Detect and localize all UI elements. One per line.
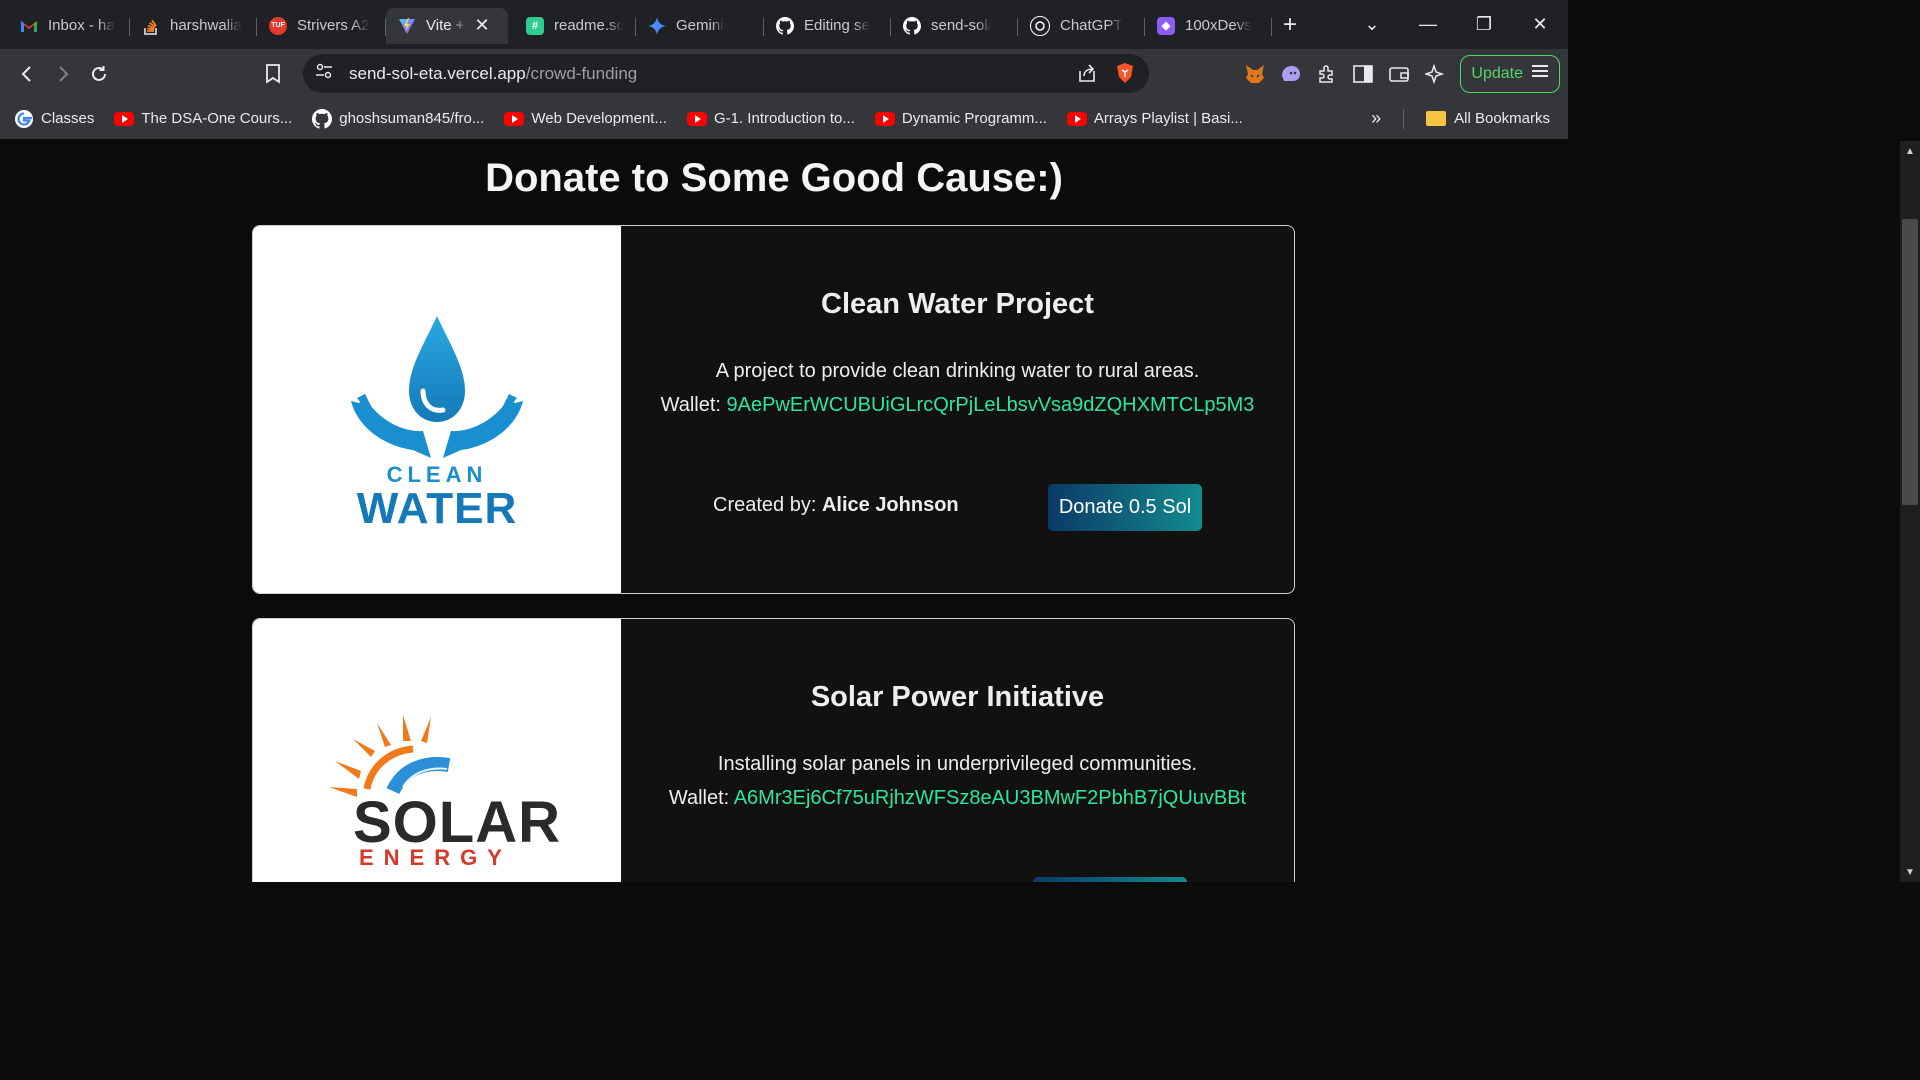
tab-github-editing[interactable]: Editing se: [764, 8, 891, 44]
youtube-icon: [686, 109, 707, 129]
address-bar[interactable]: send-sol-eta.vercel.app/crowd-funding: [303, 54, 1149, 93]
project-title: Solar Power Initiative: [810, 681, 1105, 713]
all-bookmarks-folder[interactable]: All Bookmarks: [1426, 110, 1550, 127]
project-title: Clean Water Project: [821, 288, 1094, 320]
youtube-icon: [114, 109, 135, 129]
wallet-address[interactable]: 9AePwErWCUBUiGLrcQrPjLeLbsvVsa9dZQHXMTCL…: [727, 394, 1255, 416]
youtube-icon: [1066, 109, 1087, 129]
scroll-up-arrow-icon[interactable]: ▲: [1900, 141, 1920, 161]
bookmark-classes[interactable]: Classes: [14, 109, 94, 129]
tab-chatgpt[interactable]: ChatGPT: [1018, 8, 1145, 44]
page-content: Donate to Some Good Cause:) CLEAN WATER …: [0, 141, 1548, 882]
leo-ai-icon[interactable]: [1424, 63, 1446, 85]
project-details: Solar Power Initiative Installing solar …: [621, 619, 1294, 882]
github-icon: [312, 108, 333, 129]
bookmarks-bar: Classes The DSA-One Cours... ghoshsuman8…: [0, 98, 1568, 139]
chatgpt-icon: [1030, 15, 1050, 36]
wallet-icon[interactable]: [1388, 63, 1410, 85]
new-tab-button[interactable]: +: [1272, 7, 1308, 43]
extensions-icon[interactable]: [1316, 63, 1338, 85]
project-card: CLEAN WATER Clean Water Project A projec…: [252, 225, 1295, 594]
tuf-icon: TUF: [269, 16, 287, 35]
github-icon: [776, 16, 794, 35]
restore-button[interactable]: ❐: [1456, 0, 1512, 49]
forward-button[interactable]: [45, 56, 81, 92]
hamburger-icon: [1531, 64, 1549, 83]
project-wallet: Wallet: A6Mr3Ej6Cf75uRjhzWFSz8eAU3BMwF2P…: [668, 787, 1247, 809]
donate-button[interactable]: Donate 0.5 Sol: [1048, 484, 1202, 531]
page-scrollbar[interactable]: ▲ ▼: [1900, 141, 1920, 882]
wallet-address[interactable]: A6Mr3Ej6Cf75uRjhzWFSz8eAU3BMwF2PbhB7jQUu…: [734, 787, 1246, 809]
bookmark-g1-introduction[interactable]: G-1. Introduction to...: [686, 109, 855, 129]
gemini-icon: [648, 16, 666, 35]
reload-button[interactable]: [81, 56, 117, 92]
site-settings-icon[interactable]: [315, 63, 333, 84]
tab-gmail[interactable]: Inbox - ha: [8, 8, 130, 44]
back-button[interactable]: [9, 56, 45, 92]
phantom-icon[interactable]: [1280, 63, 1302, 85]
logo-text-energy: ENERGY: [359, 845, 512, 870]
project-description: Installing solar panels in underprivileg…: [717, 753, 1198, 775]
project-details: Clean Water Project A project to provide…: [621, 226, 1294, 593]
tab-strivers[interactable]: TUF Strivers A2: [257, 8, 386, 44]
url-host: send-sol-eta.vercel.app: [349, 63, 526, 83]
youtube-icon: [874, 109, 895, 129]
project-image: CLEAN WATER: [253, 226, 621, 593]
creator-name: Alice Johnson: [821, 494, 959, 516]
update-menu-button[interactable]: Update: [1460, 54, 1560, 93]
project-card: SOLAR ENERGY Solar Power Initiative Inst…: [252, 618, 1295, 882]
metamask-icon[interactable]: [1244, 63, 1266, 85]
toolbar: send-sol-eta.vercel.app/crowd-funding Up…: [0, 49, 1568, 98]
bookmark-arrays-playlist[interactable]: Arrays Playlist | Basi...: [1066, 109, 1243, 129]
bookmark-web-development[interactable]: Web Development...: [504, 109, 667, 129]
page-heading: Donate to Some Good Cause:): [485, 156, 1063, 200]
bookmark-dsa-one[interactable]: The DSA-One Cours...: [114, 109, 292, 129]
project-wallet: Wallet: 9AePwErWCUBUiGLrcQrPjLeLbsvVsa9d…: [660, 394, 1255, 416]
tab-strip: Inbox - ha harshwalia TUF Strivers A2 Vi…: [0, 0, 1568, 49]
github-icon: [903, 16, 921, 35]
tab-100xdevs[interactable]: ◆ 100xDevs: [1145, 8, 1272, 44]
project-image: SOLAR ENERGY: [253, 619, 621, 882]
close-tab-icon[interactable]: ✕: [475, 15, 490, 36]
sidebar-icon[interactable]: [1352, 63, 1374, 85]
brave-shields-icon[interactable]: [1115, 62, 1135, 89]
project-description: A project to provide clean drinking wate…: [715, 360, 1200, 382]
readme-icon: #: [526, 16, 544, 35]
scrollbar-thumb[interactable]: [1902, 219, 1918, 505]
bookmark-page-icon[interactable]: [255, 56, 291, 92]
gmail-icon: [20, 17, 38, 35]
tab-readme[interactable]: # readme.so: [508, 8, 636, 44]
google-icon: [14, 109, 34, 129]
tab-search-chevron-icon[interactable]: ⌄: [1344, 0, 1400, 49]
vite-icon: [398, 17, 416, 35]
folder-icon: [1426, 111, 1447, 126]
scroll-down-arrow-icon[interactable]: ▼: [1900, 862, 1920, 882]
tab-vite[interactable]: Vite + ✕: [386, 7, 508, 44]
tab-github-send-sol[interactable]: send-sol/: [891, 8, 1018, 44]
logo-text-water: WATER: [356, 484, 518, 533]
stackoverflow-icon: [142, 17, 160, 35]
minimize-button[interactable]: —: [1400, 0, 1456, 49]
tab-stackoverflow[interactable]: harshwalia: [130, 8, 257, 44]
clean-water-logo: [351, 316, 523, 458]
url-path: /crowd-funding: [525, 63, 638, 83]
youtube-icon: [504, 109, 525, 129]
100xdevs-icon: ◆: [1157, 16, 1175, 35]
bookmark-ghoshsuman[interactable]: ghoshsuman845/fro...: [312, 108, 484, 129]
bookmarks-divider: [1403, 108, 1405, 129]
share-icon[interactable]: [1077, 63, 1097, 88]
bookmark-dynamic-programming[interactable]: Dynamic Programm...: [874, 109, 1047, 129]
donate-button-partial[interactable]: [1033, 877, 1187, 882]
more-bookmarks-chevron-icon[interactable]: »: [1371, 108, 1381, 129]
tab-gemini[interactable]: Gemini: [636, 8, 764, 44]
close-window-button[interactable]: ✕: [1512, 0, 1568, 49]
project-creator: Created by: Alice Johnson: [713, 494, 959, 516]
